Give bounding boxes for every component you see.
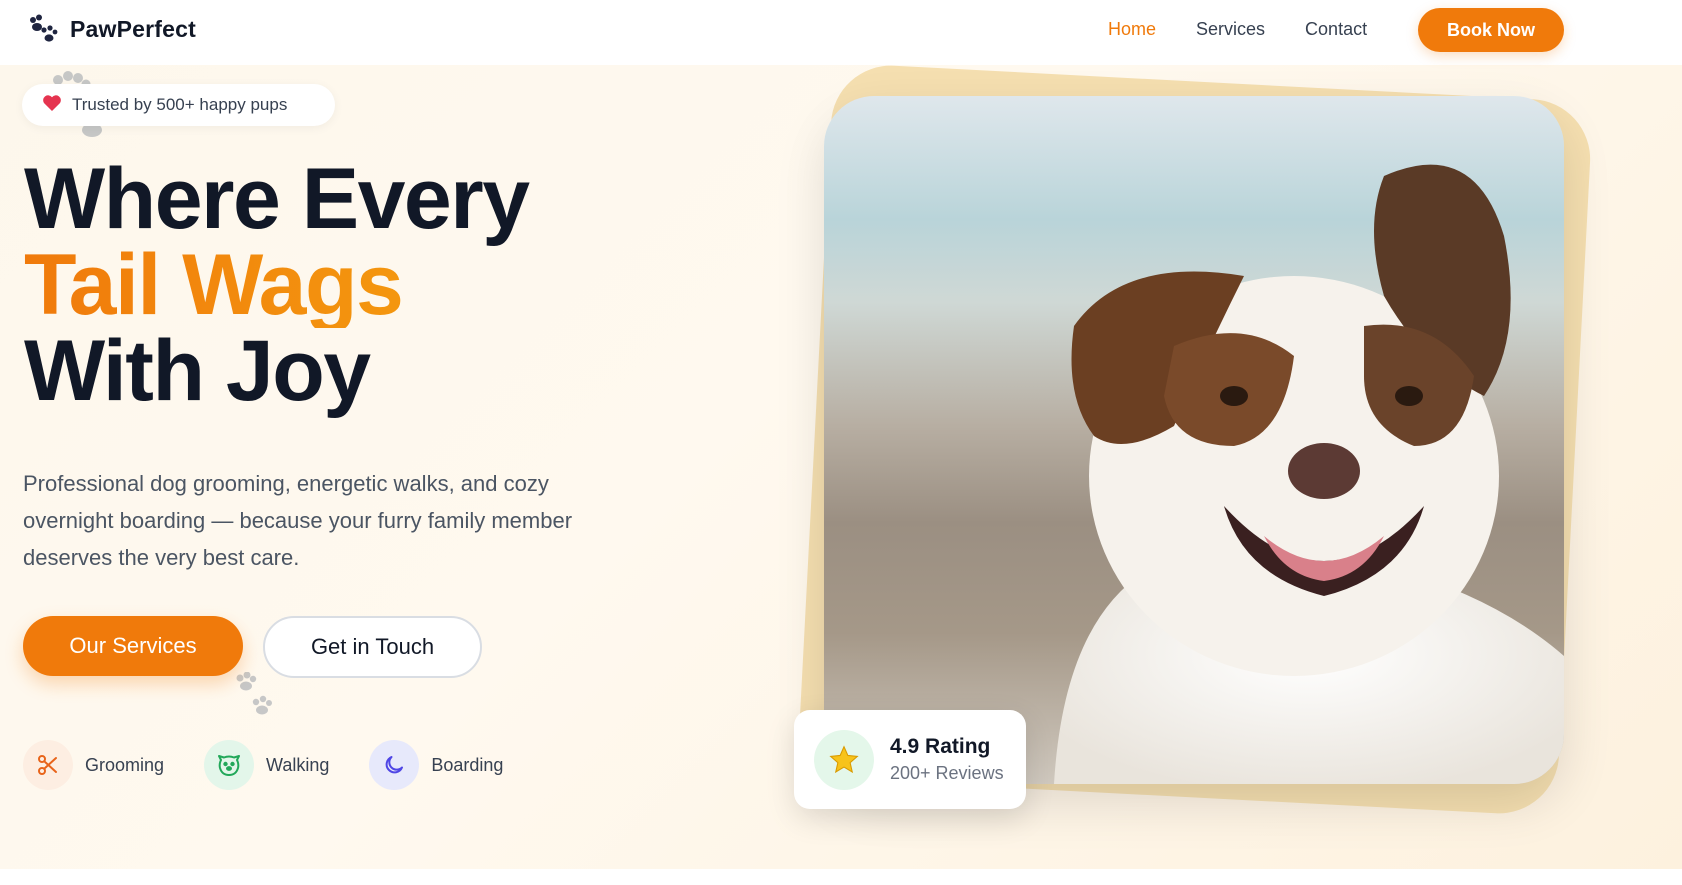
hero-description: Professional dog grooming, energetic wal…: [23, 471, 573, 570]
hero-title: Where Every Tail Wags With Joy: [24, 151, 530, 419]
nav-home[interactable]: Home: [1108, 19, 1156, 40]
dog-face-icon: [204, 740, 255, 790]
page-bottom-band: [0, 869, 1682, 885]
rating-reviews: 200+ Reviews: [890, 763, 1004, 783]
feature-label: Grooming: [85, 754, 165, 775]
get-in-touch-button[interactable]: Get in Touch: [263, 616, 482, 678]
nav-services[interactable]: Services: [1196, 19, 1265, 40]
top-navbar: PawPerfect Home Services Contact Book No…: [0, 0, 1682, 65]
feature-boarding: Boarding: [369, 740, 503, 790]
feature-label: Boarding: [431, 754, 504, 775]
nav-links: Home Services Contact: [1108, 19, 1367, 40]
feature-label: Walking: [266, 754, 330, 775]
feature-walking: Walking: [204, 740, 329, 790]
trust-badge-text: Trusted by 500+ happy pups: [72, 95, 288, 114]
hero-title-line-3: With Joy: [24, 323, 371, 419]
rating-text: 4.9 Rating 200+ Reviews: [890, 735, 1004, 784]
brand[interactable]: PawPerfect: [28, 14, 196, 44]
nav-contact[interactable]: Contact: [1305, 19, 1367, 40]
paw-decoration-icon: [236, 672, 272, 715]
brand-name: PawPerfect: [70, 15, 197, 42]
book-now-button[interactable]: Book Now: [1418, 8, 1564, 52]
hero-title-line-1: Where Every: [24, 151, 530, 247]
our-services-button[interactable]: Our Services: [23, 616, 243, 676]
rating-card: 4.9 Rating 200+ Reviews: [794, 710, 1026, 809]
star-icon: [814, 729, 874, 790]
dog-photo: [824, 96, 1564, 784]
paw-icon: [28, 14, 58, 44]
moon-icon: [369, 740, 420, 790]
feature-grooming: Grooming: [23, 740, 164, 790]
trust-badge: Trusted by 500+ happy pups: [22, 84, 335, 126]
heart-icon: [42, 94, 62, 117]
feature-list: Grooming Walking Boarding: [23, 740, 503, 790]
hero-title-line-2: Tail Wags: [24, 242, 529, 328]
rating-value: 4.9 Rating: [890, 735, 991, 758]
scissors-icon: [23, 740, 73, 790]
